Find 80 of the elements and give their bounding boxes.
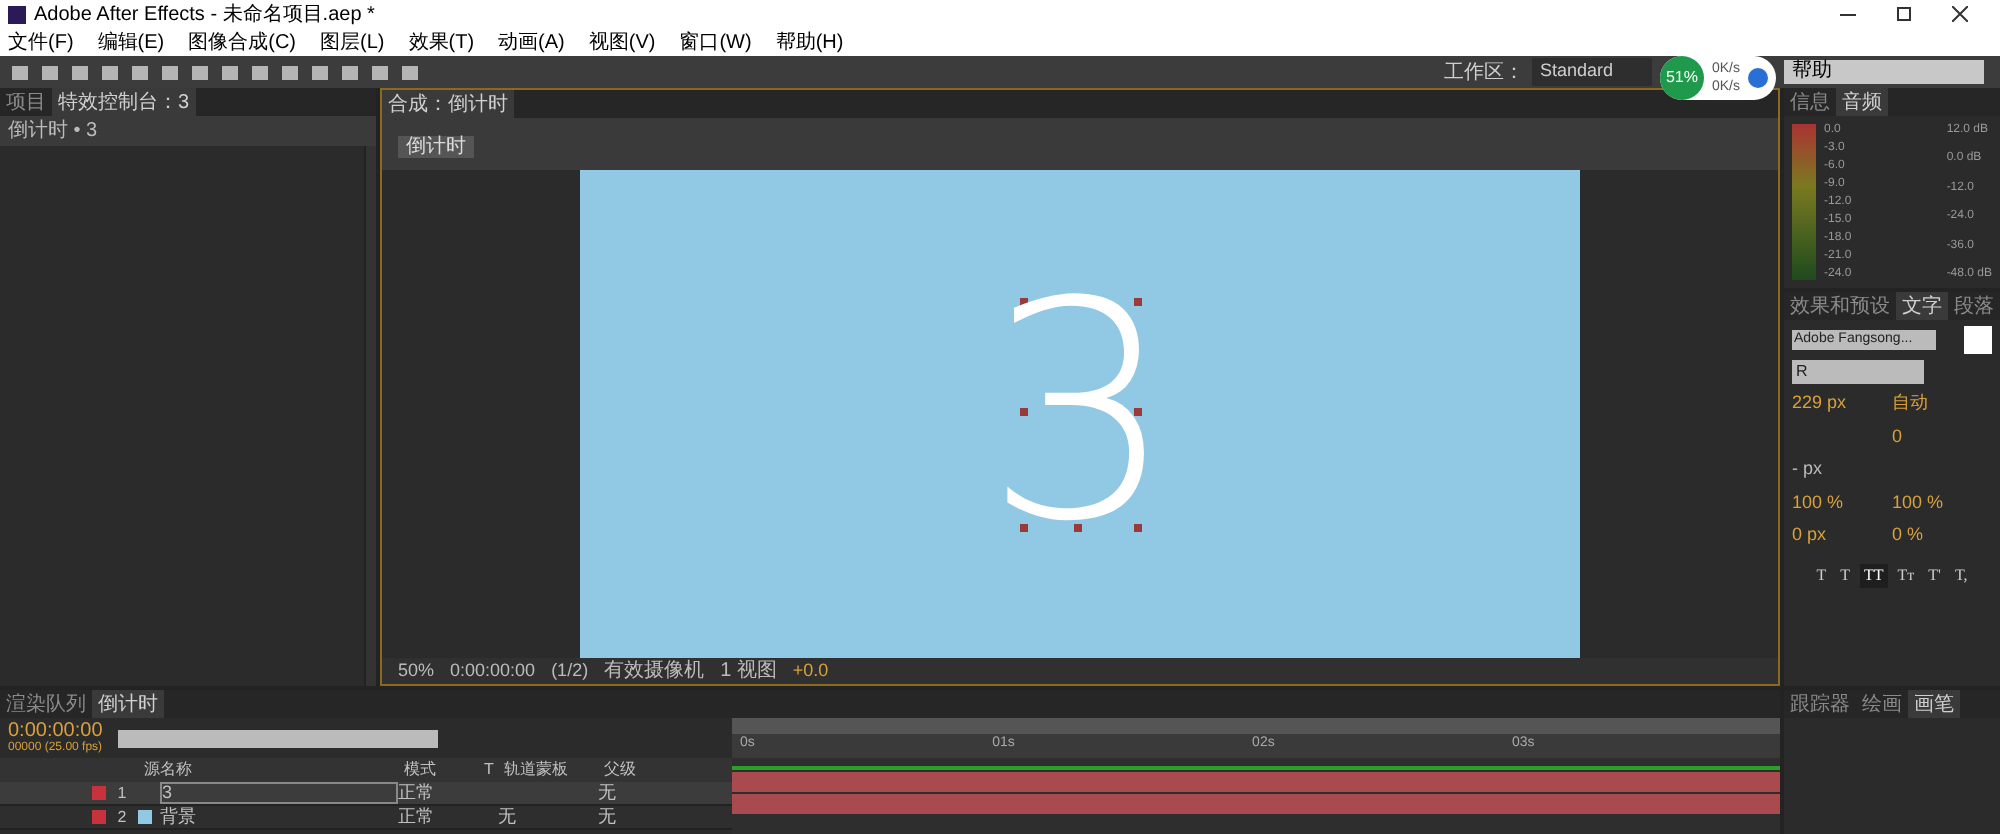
exposure-value: +0.0 bbox=[792, 657, 829, 684]
tracking-value: 0 bbox=[1892, 423, 1905, 449]
panel-tab[interactable]: 段落 bbox=[1948, 292, 2000, 320]
current-time[interactable]: 0:00:00:00 bbox=[8, 722, 103, 742]
text-format-button[interactable]: T bbox=[1836, 563, 1854, 587]
menu-item[interactable]: 图层(L) bbox=[320, 27, 385, 57]
baseline-shift-value: 0 px bbox=[1792, 522, 1829, 548]
layer-name[interactable]: 3 bbox=[160, 782, 398, 804]
panel-tab[interactable]: 跟踪器 bbox=[1784, 690, 1856, 718]
panel-tab[interactable]: 渲染队列 bbox=[0, 690, 92, 718]
layer-duration-bar[interactable] bbox=[732, 794, 1780, 814]
menu-item[interactable]: 文件(F) bbox=[8, 27, 74, 57]
work-area-bar[interactable] bbox=[732, 718, 1780, 734]
solid-swatch-icon bbox=[138, 810, 152, 824]
menu-item[interactable]: 动画(A) bbox=[498, 27, 565, 57]
panel-tab[interactable]: 音频 bbox=[1836, 88, 1888, 116]
zoom-level-label: 50% bbox=[398, 657, 435, 684]
layer-duration-bar[interactable] bbox=[732, 772, 1780, 792]
menu-item[interactable]: 编辑(E) bbox=[97, 27, 165, 57]
column-header: T bbox=[484, 762, 496, 778]
menu-item[interactable]: 图像合成(C) bbox=[188, 27, 297, 57]
parent-select[interactable]: 无 bbox=[598, 808, 616, 826]
column-header: 源名称 bbox=[144, 762, 194, 778]
panel-tab[interactable]: 效果和预设 bbox=[1784, 292, 1896, 320]
cpu-gauge: 51% bbox=[1659, 56, 1704, 100]
text-format-button[interactable]: T, bbox=[1950, 563, 1972, 587]
text-format-button[interactable]: T' bbox=[1924, 563, 1945, 587]
tsume-value: 0 % bbox=[1892, 522, 1926, 548]
layer-number: 2 bbox=[115, 809, 129, 825]
layer-search-field[interactable] bbox=[118, 729, 439, 747]
layer-row[interactable]: 1 3 正常 无 bbox=[0, 782, 732, 806]
leading-value: 自动 bbox=[1892, 390, 1930, 416]
search-help-field[interactable]: 帮助 bbox=[1784, 60, 1984, 84]
panel-tab[interactable]: 合成：倒计时 bbox=[382, 90, 514, 118]
column-header: 模式 bbox=[404, 762, 438, 778]
view-layout-select[interactable]: 1 视图 bbox=[720, 656, 777, 686]
panel-tab[interactable]: 绘画 bbox=[1856, 690, 1908, 718]
menu-item[interactable]: 视图(V) bbox=[588, 27, 656, 57]
resolution-label: (1/2) bbox=[551, 657, 589, 684]
breadcrumb: 倒计时 • 3 bbox=[0, 116, 376, 146]
panel-tab[interactable]: 文字 bbox=[1896, 292, 1948, 320]
camera-select[interactable]: 有效摄像机 bbox=[604, 656, 705, 686]
layer-name[interactable]: 背景 bbox=[160, 808, 398, 826]
vertical-scale-value: 100 % bbox=[1792, 489, 1846, 515]
scrollbar[interactable] bbox=[364, 146, 376, 686]
window-title: Adobe After Effects - 未命名项目.aep * bbox=[34, 1, 375, 29]
column-header: 父级 bbox=[604, 762, 636, 778]
layer-row[interactable]: 2 背景 正常 无 无 bbox=[0, 806, 732, 830]
panel-tab[interactable]: 项目 bbox=[0, 88, 52, 116]
panel-tab[interactable]: 信息 bbox=[1784, 88, 1836, 116]
text-format-button[interactable]: T bbox=[1812, 563, 1831, 587]
font-size-value: 229 px bbox=[1792, 390, 1849, 416]
menu-item[interactable]: 帮助(H) bbox=[775, 27, 844, 57]
horizontal-scale-value: 100 % bbox=[1892, 489, 1946, 515]
text-format-button[interactable]: Tт bbox=[1893, 563, 1919, 587]
parent-select[interactable]: 无 bbox=[598, 784, 616, 802]
workspace-label: 工作区： bbox=[1443, 59, 1524, 87]
text-format-button[interactable]: TT bbox=[1859, 563, 1888, 587]
stroke-width-value: - px bbox=[1792, 456, 1825, 482]
column-header: 轨道蒙板 bbox=[504, 762, 570, 778]
composition-tab[interactable]: 倒计时 bbox=[398, 136, 474, 158]
close-icon[interactable] bbox=[1952, 6, 1968, 22]
panel-tab[interactable]: 画笔 bbox=[1908, 690, 1960, 718]
network-icon bbox=[1748, 68, 1768, 88]
time-display: 0:00:00:00 bbox=[450, 657, 536, 684]
workspace-select[interactable]: Standard bbox=[1531, 58, 1652, 86]
panel-tab[interactable]: 倒计时 bbox=[92, 690, 164, 718]
layer-number: 1 bbox=[115, 785, 129, 801]
app-icon bbox=[8, 5, 26, 23]
menu-item[interactable]: 窗口(W) bbox=[679, 27, 752, 57]
panel-tab[interactable]: 特效控制台：3 bbox=[52, 88, 196, 116]
font-style-select[interactable]: R bbox=[1792, 360, 1924, 384]
blend-mode-select[interactable]: 正常 bbox=[398, 808, 498, 826]
track-matte-select[interactable]: 无 bbox=[498, 808, 598, 826]
layer-label-color[interactable] bbox=[92, 786, 106, 800]
menu-item[interactable]: 效果(T) bbox=[408, 27, 475, 57]
color-swatch[interactable] bbox=[1964, 326, 1992, 354]
blend-mode-select[interactable]: 正常 bbox=[398, 784, 498, 802]
layer-label-color[interactable] bbox=[92, 810, 106, 824]
restore-icon[interactable] bbox=[1896, 6, 1912, 22]
